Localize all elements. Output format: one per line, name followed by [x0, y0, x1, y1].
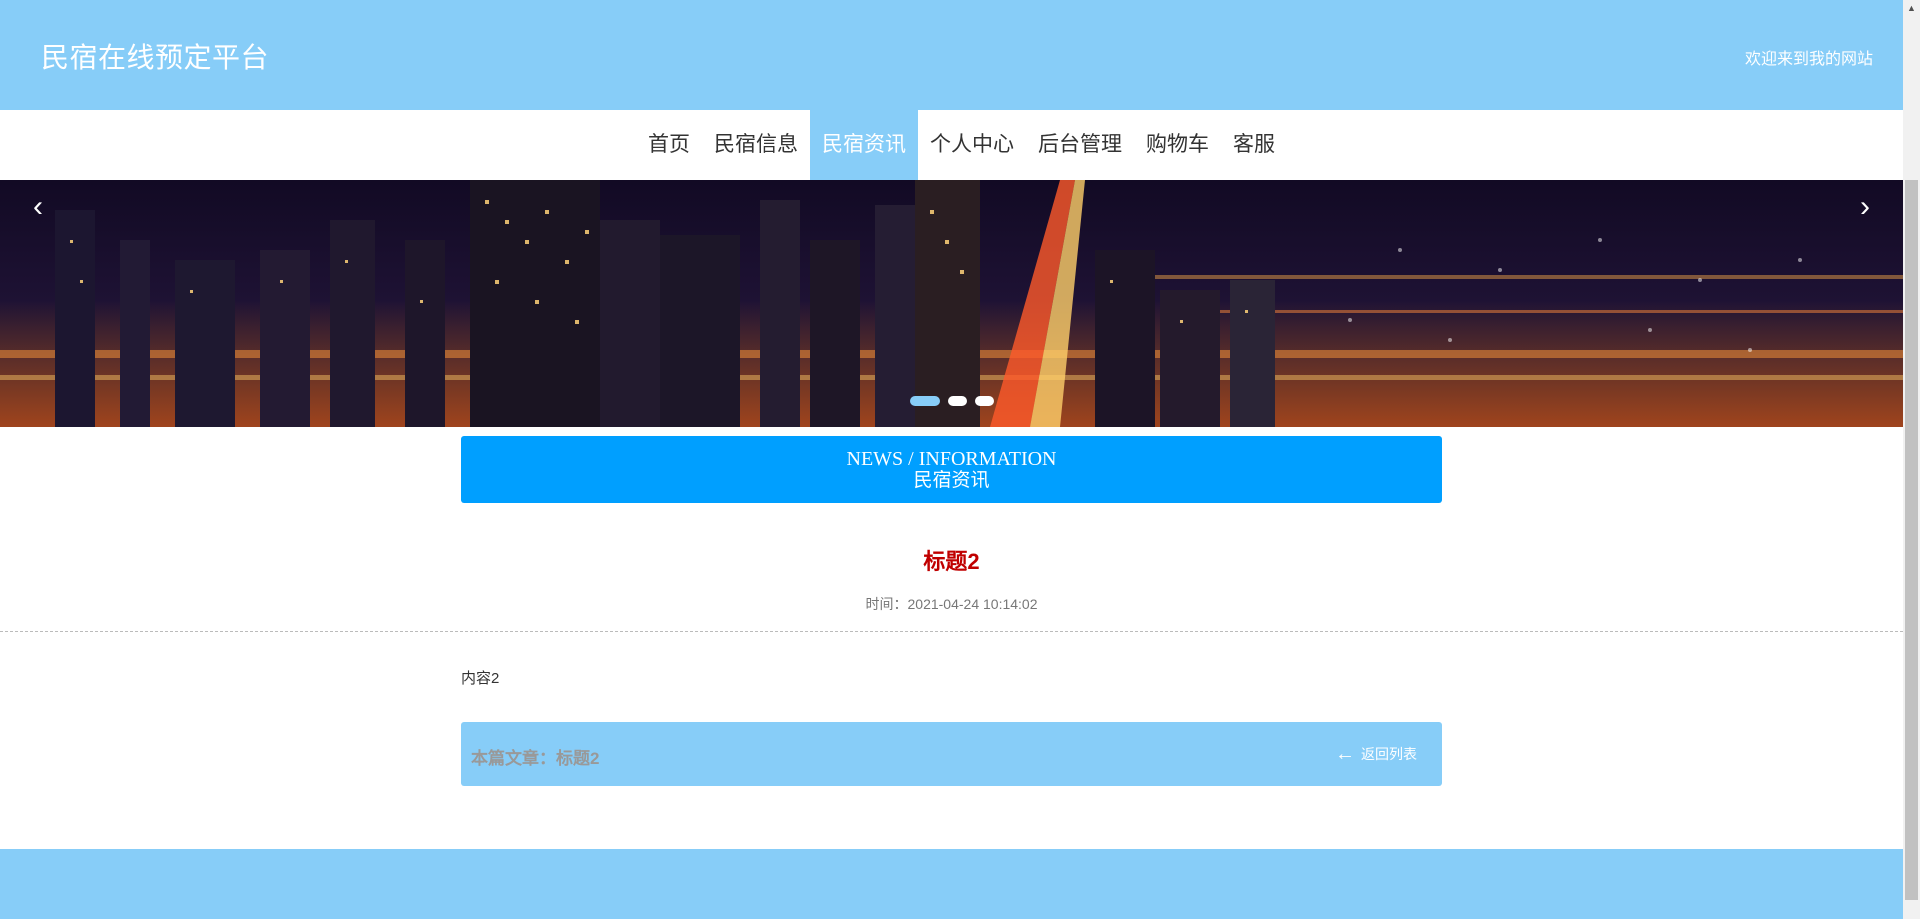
- section-title-cn: 民宿资讯: [913, 470, 990, 491]
- banner-carousel[interactable]: ‹ ›: [0, 180, 1903, 427]
- carousel-dot-1[interactable]: [910, 396, 940, 406]
- back-to-list-label: 返回列表: [1361, 746, 1417, 762]
- welcome-text: 欢迎来到我的网站: [1744, 51, 1873, 68]
- city-night-image: [0, 180, 1903, 427]
- main-nav: 首页 民宿信息 民宿资讯 个人中心 后台管理 购物车 客服: [0, 110, 1903, 180]
- article-footer-bar: 本篇文章：标题2 ← 返回列表: [461, 722, 1442, 786]
- back-to-list-link[interactable]: ← 返回列表: [1335, 744, 1417, 764]
- scroll-up-icon[interactable]: ▲: [1903, 0, 1920, 17]
- section-heading: NEWS / INFORMATION 民宿资讯: [461, 436, 1442, 503]
- carousel-indicators: [910, 396, 994, 406]
- nav-item-homestay-news[interactable]: 民宿资讯: [810, 110, 918, 180]
- carousel-next-icon[interactable]: ›: [1850, 192, 1880, 222]
- section-title-en: NEWS / INFORMATION: [846, 448, 1057, 470]
- carousel-dot-3[interactable]: [975, 396, 994, 406]
- divider: [0, 631, 1903, 632]
- carousel-dot-2[interactable]: [948, 396, 967, 406]
- page: 民宿在线预定平台 欢迎来到我的网站 首页 民宿信息 民宿资讯 个人中心 后台管理…: [0, 0, 1903, 919]
- nav-item-cart[interactable]: 购物车: [1134, 110, 1221, 180]
- article-time: 时间：2021-04-24 10:14:02: [865, 596, 1038, 612]
- nav-item-home[interactable]: 首页: [636, 110, 702, 180]
- footer: [0, 849, 1903, 919]
- nav-item-customer-service[interactable]: 客服: [1221, 110, 1287, 180]
- nav-item-homestay-info[interactable]: 民宿信息: [702, 110, 810, 180]
- article-title: 标题2: [923, 549, 980, 574]
- header: 民宿在线预定平台 欢迎来到我的网站: [0, 0, 1903, 110]
- site-title[interactable]: 民宿在线预定平台: [41, 36, 269, 76]
- vertical-scrollbar[interactable]: ▲: [1903, 0, 1920, 919]
- article-content: 内容2: [461, 670, 500, 687]
- nav-item-personal-center[interactable]: 个人中心: [918, 110, 1026, 180]
- scrollbar-thumb[interactable]: [1905, 180, 1918, 900]
- carousel-prev-icon[interactable]: ‹: [23, 192, 53, 222]
- arrow-left-icon: ←: [1335, 743, 1355, 765]
- nav-item-admin[interactable]: 后台管理: [1026, 110, 1134, 180]
- this-article-label: 本篇文章：标题2: [471, 749, 600, 768]
